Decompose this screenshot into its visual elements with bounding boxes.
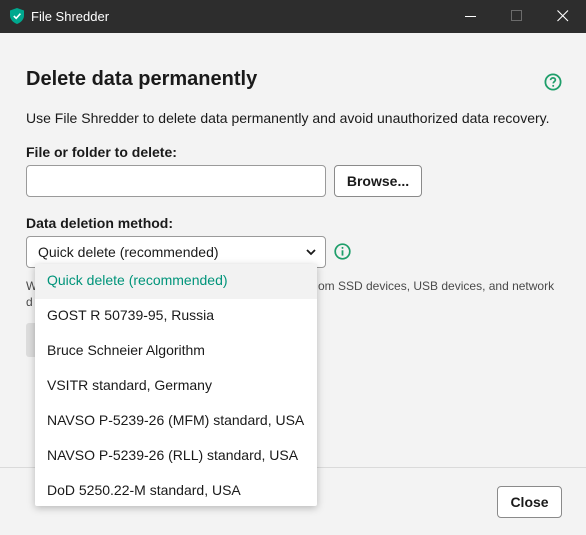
dropdown-option[interactable]: DoD 5250.22-M standard, USA [35, 474, 317, 509]
file-or-folder-label: File or folder to delete: [26, 144, 177, 160]
close-button[interactable]: Close [497, 486, 562, 518]
close-icon [557, 10, 569, 22]
dropdown-option[interactable]: NAVSO P-5239-26 (MFM) standard, USA [35, 404, 317, 439]
dropdown-option-label: NAVSO P-5239-26 (MFM) standard, USA [47, 412, 305, 428]
minimize-icon [465, 16, 476, 17]
dropdown-option-label: Bruce Schneier Algorithm [47, 342, 205, 358]
window-title: File Shredder [31, 9, 110, 24]
browse-button[interactable]: Browse... [334, 165, 422, 197]
help-icon[interactable] [544, 73, 562, 91]
deletion-method-label: Data deletion method: [26, 215, 174, 231]
dropdown-option[interactable]: Bruce Schneier Algorithm [35, 334, 317, 369]
minimize-button[interactable] [448, 0, 494, 33]
dropdown-option[interactable]: VSITR standard, Germany [35, 369, 317, 404]
dropdown-option-label: GOST R 50739-95, Russia [47, 307, 215, 323]
maximize-button[interactable] [494, 0, 540, 33]
method-note-fragment: d [26, 295, 33, 309]
dropdown-option-label: NAVSO P-5239-26 (RLL) standard, USA [47, 447, 299, 463]
close-window-button[interactable] [540, 0, 586, 33]
selected-method: Quick delete (recommended) [38, 244, 219, 260]
file-path-input[interactable] [26, 165, 326, 197]
chevron-down-icon [306, 249, 316, 256]
dropdown-option[interactable]: GOST R 50739-95, Russia [35, 299, 317, 334]
page-title: Delete data permanently [26, 68, 258, 90]
info-icon[interactable] [334, 243, 351, 260]
shield-check-icon [10, 8, 24, 24]
maximize-icon [511, 10, 522, 21]
dropdown-option-label: Quick delete (recommended) [47, 272, 228, 288]
description-text: Use File Shredder to delete data permane… [26, 110, 550, 126]
dropdown-option-label: VSITR standard, Germany [47, 377, 212, 393]
deletion-method-dropdown: Quick delete (recommended) GOST R 50739-… [35, 264, 317, 506]
dropdown-option[interactable]: Quick delete (recommended) [35, 264, 317, 299]
title-bar: File Shredder [0, 0, 586, 33]
dropdown-option[interactable]: NAVSO P-5239-26 (RLL) standard, USA [35, 439, 317, 474]
dropdown-option-label: DoD 5250.22-M standard, USA [47, 482, 241, 498]
method-note-fragment: om SSD devices, USB devices, and network [318, 279, 555, 293]
